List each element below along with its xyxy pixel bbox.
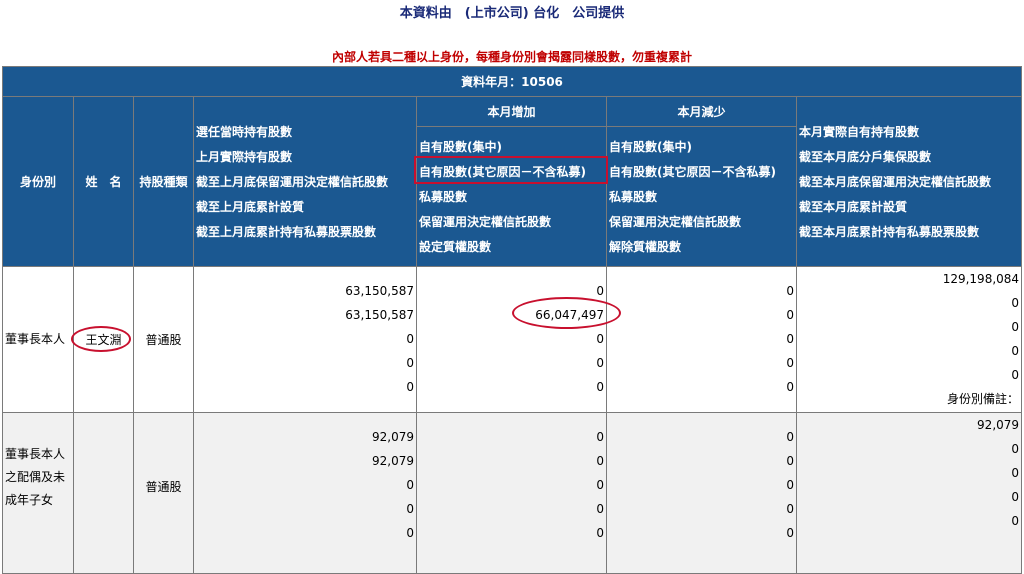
- holdings-label: 上月實際持有股數: [196, 150, 293, 164]
- value-cell: 0: [786, 332, 794, 346]
- actual-label: 截至本月底保留運用決定權信託股數: [799, 175, 992, 189]
- value-cell: 0: [406, 478, 414, 492]
- holdings-label: 截至上月底累計持有私募股票股數: [196, 225, 377, 239]
- value-cell: 0: [406, 380, 414, 394]
- value-cell: 0: [406, 502, 414, 516]
- value-cell: 0: [1011, 490, 1020, 504]
- actual-label: 截至本月底累計設質: [799, 200, 908, 214]
- value-cell: 0: [1011, 368, 1020, 382]
- increase-label: 自有股數(其它原因－不含私募): [419, 165, 586, 179]
- decrease-label: 自有股數(其它原因－不含私募): [609, 165, 776, 179]
- value-cell: 0: [596, 356, 604, 370]
- value-cell: 0: [786, 502, 794, 516]
- value-cell: 129,198,084: [942, 272, 1020, 286]
- value-cell: 0: [1011, 442, 1020, 456]
- increase-values: 0 0 0 0 0: [416, 412, 607, 574]
- increase-label: 私募股數: [419, 190, 468, 204]
- value-cell: 0: [406, 332, 414, 346]
- col-decrease: 自有股數(集中) 自有股數(其它原因－不含私募) 私募股數 保留運用決定權信託股…: [606, 126, 797, 267]
- col-identity: 身份別: [2, 96, 74, 267]
- page-title: 本資料由 (上市公司) 台化 公司提供: [399, 6, 625, 21]
- value-cell: 63,150,587: [345, 308, 414, 322]
- data-year-month: 資料年月：10506: [1, 66, 1023, 97]
- value-cell: 0: [596, 478, 604, 492]
- value-cell: 0: [596, 380, 604, 394]
- actual-values: 92,079 0 00 0: [795, 412, 1023, 574]
- identity-cell: 董事長本人: [2, 266, 74, 413]
- value-cell: 0: [1011, 320, 1020, 334]
- decrease-label: 解除質權股數: [609, 240, 682, 254]
- value-cell: 0: [406, 526, 414, 540]
- col-actual: 本月實際自有持有股數 截至本月底分戶集保股數 截至本月底保留運用決定權信託股數 …: [795, 96, 1023, 267]
- group-increase: 本月增加: [416, 96, 607, 127]
- col-stock-type: 持股種類: [133, 96, 194, 267]
- table-row: 董事長本人之配偶及未成年子女 普通股 92,079 92,079 0 0 0 0 0 …: [2, 412, 1023, 574]
- col-increase: 自有股數(集中) 自有股數(其它原因－不含私募) 私募股數 保留運用決定權信託股…: [416, 126, 607, 267]
- value-cell: 0: [1011, 344, 1020, 358]
- col-holdings: 選任當時持有股數 上月實際持有股數 截至上月底保留運用決定權信託股數 截至上月底…: [193, 96, 417, 267]
- increase-values: 0 66,047,497 0 0 0: [416, 266, 607, 413]
- value-cell: 0: [786, 380, 794, 394]
- value-cell: 0: [786, 430, 794, 444]
- name-cell: [73, 412, 134, 574]
- value-cell: 0: [1011, 296, 1020, 310]
- value-cell: 0: [596, 454, 604, 468]
- holdings-values: 92,079 92,079 0 0 0: [193, 412, 417, 574]
- value-cell: 0: [786, 356, 794, 370]
- value-cell: 0: [786, 454, 794, 468]
- value-cell: 92,079: [372, 454, 414, 468]
- holdings-label: 選任當時持有股數: [196, 125, 293, 139]
- value-cell: 0: [786, 284, 794, 298]
- value-cell: 0: [406, 356, 414, 370]
- holdings-values: 63,150,587 63,150,587 0 0 0: [193, 266, 417, 413]
- decrease-label: 自有股數(集中): [609, 140, 692, 154]
- insider-holdings-table: 資料年月：10506 身份別 姓 名 持股種類 選任當時持有股數 上月實際持有股…: [1, 66, 1023, 574]
- value-cell: 0: [786, 478, 794, 492]
- increase-label: 自有股數(集中): [419, 140, 502, 154]
- actual-label: 截至本月底分戶集保股數: [799, 150, 932, 164]
- identity-note: 身份別備註：: [947, 392, 1020, 406]
- value-cell: 0: [786, 526, 794, 540]
- value-cell: 66,047,497: [535, 308, 604, 322]
- value-cell: 0: [596, 502, 604, 516]
- value-cell: 0: [1011, 466, 1020, 480]
- group-decrease: 本月減少: [606, 96, 797, 127]
- value-cell: 0: [786, 308, 794, 322]
- name-cell: 王文淵: [73, 266, 134, 413]
- identity-cell: 董事長本人之配偶及未成年子女: [2, 412, 74, 574]
- stock-type-cell: 普通股: [133, 412, 194, 574]
- table-row: 董事長本人 王文淵 普通股 63,150,587 63,150,587 00 0 …: [2, 266, 1023, 413]
- increase-label: 保留運用決定權信託股數: [419, 215, 552, 229]
- actual-values: 129,198,084 0 0 0 0 身份別備註：: [795, 266, 1023, 413]
- value-cell: 0: [596, 430, 604, 444]
- decrease-label: 私募股數: [609, 190, 658, 204]
- decrease-values: 0 0 0 0 0: [606, 266, 797, 413]
- value-cell: 92,079: [372, 430, 414, 444]
- decrease-values: 0 0 0 0 0: [606, 412, 797, 574]
- stock-type-cell: 普通股: [133, 266, 194, 413]
- holdings-label: 截至上月底保留運用決定權信託股數: [196, 175, 389, 189]
- value-cell: 0: [596, 332, 604, 346]
- holdings-label: 截至上月底累計設質: [196, 200, 305, 214]
- decrease-label: 保留運用決定權信託股數: [609, 215, 742, 229]
- actual-label: 截至本月底累計持有私募股票股數: [799, 225, 980, 239]
- value-cell: 92,079: [977, 418, 1020, 432]
- col-name: 姓 名: [73, 96, 134, 267]
- value-cell: 0: [596, 526, 604, 540]
- value-cell: 0: [596, 284, 604, 298]
- warning-note: 內部人若具二種以上身份，每種身份別會揭露同樣股數，勿重複累計: [331, 50, 692, 64]
- actual-label: 本月實際自有持有股數: [799, 125, 920, 139]
- value-cell: 63,150,587: [345, 284, 414, 298]
- increase-label: 設定質權股數: [419, 240, 492, 254]
